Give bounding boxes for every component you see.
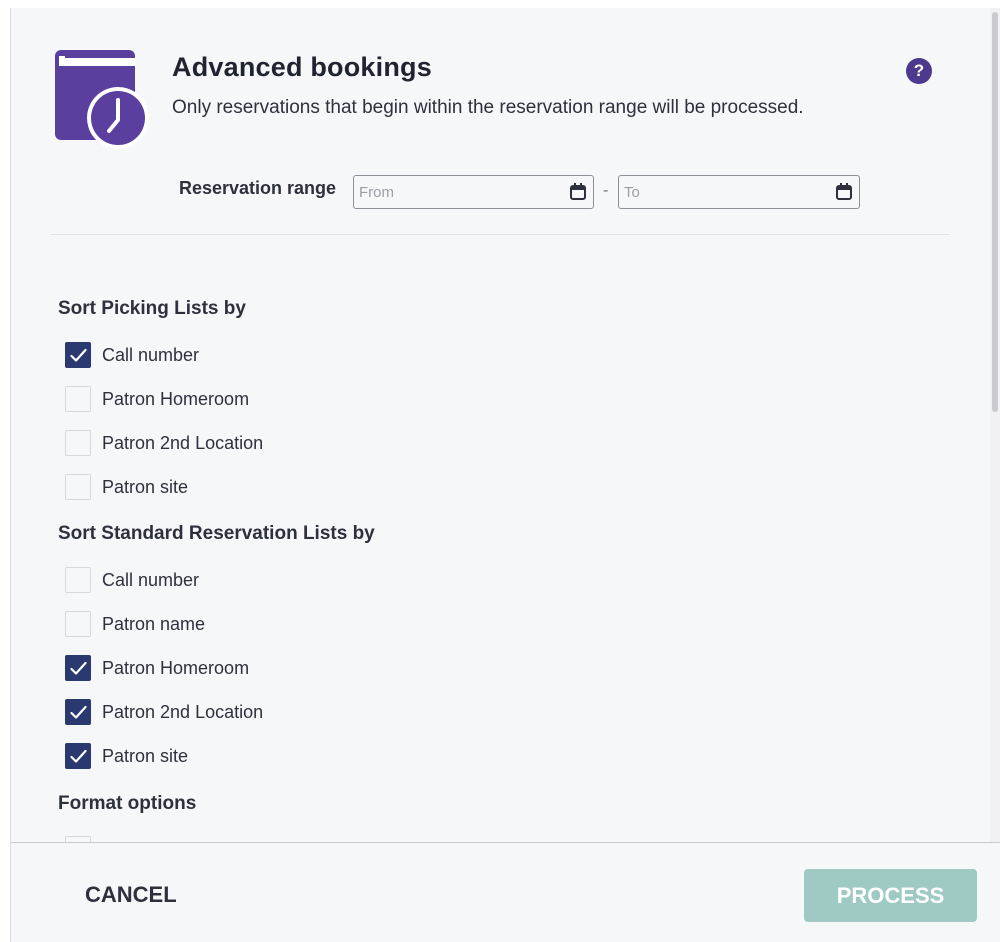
checkbox-label: Patron 2nd Location [102, 432, 264, 453]
checkbox-label: Call number [102, 344, 200, 365]
advanced-bookings-dialog: Advanced bookings Only reservations that… [10, 8, 1000, 942]
calendar-icon[interactable] [570, 183, 586, 200]
calendar-clock-icon [55, 50, 149, 149]
scrollbar-thumb[interactable] [992, 12, 998, 412]
checkbox-row[interactable]: Call number [65, 566, 199, 594]
checkbox[interactable] [65, 655, 91, 681]
cancel-button[interactable]: CANCEL [73, 870, 189, 920]
checkbox[interactable] [65, 611, 91, 637]
checkbox-label: Call number [102, 569, 200, 590]
checkmark-icon [70, 705, 87, 719]
checkbox[interactable] [65, 743, 91, 769]
checkbox[interactable] [65, 699, 91, 725]
section-title-format-options: Format options [58, 793, 197, 814]
help-icon[interactable]: ? [906, 58, 932, 84]
page-subtitle: Only reservations that begin within the … [172, 97, 804, 118]
from-date-input[interactable] [359, 181, 549, 203]
checkbox[interactable] [65, 386, 91, 412]
checkbox-label: Patron site [102, 745, 189, 766]
section-title-sort-picking-lists: Sort Picking Lists by [58, 298, 246, 319]
scrollbar[interactable] [990, 8, 1000, 842]
checkbox-label: Patron Homeroom [102, 657, 250, 678]
checkmark-icon [70, 661, 87, 675]
section-title-sort-standard-reservation-lists: Sort Standard Reservation Lists by [58, 523, 375, 544]
checkbox[interactable] [65, 430, 91, 456]
checkbox-row[interactable]: Patron 2nd Location [65, 698, 263, 726]
dialog-footer: CANCEL PROCESS [11, 842, 1000, 942]
calendar-icon[interactable] [836, 183, 852, 200]
checkbox-label: Patron site [102, 476, 189, 497]
checkbox-row[interactable]: Patron 2nd Location [65, 429, 263, 457]
checkbox-row[interactable]: Patron site [65, 473, 188, 501]
header-divider [51, 234, 949, 235]
checkbox-label: Patron 2nd Location [102, 701, 264, 722]
reservation-range-label: Reservation range [179, 178, 337, 198]
range-separator: - [603, 182, 609, 199]
checkbox-row[interactable]: Patron site [65, 742, 188, 770]
checkbox-row[interactable]: Patron Homeroom [65, 654, 249, 682]
checkbox-row[interactable]: Patron Homeroom [65, 385, 249, 413]
checkbox-label: Patron name [102, 613, 206, 634]
from-date-field[interactable] [353, 175, 594, 209]
checkbox-row[interactable]: Patron name [65, 610, 205, 638]
checkbox[interactable] [65, 342, 91, 368]
checkbox-row[interactable]: Call number [65, 341, 199, 369]
checkbox-row-partial[interactable] [65, 835, 91, 842]
checkmark-icon [70, 749, 87, 763]
to-date-field[interactable] [618, 175, 860, 209]
checkbox[interactable] [65, 474, 91, 500]
checkbox-label: Patron Homeroom [102, 388, 250, 409]
process-button[interactable]: PROCESS [804, 869, 977, 922]
checkbox[interactable] [65, 567, 91, 593]
checkmark-icon [70, 348, 87, 362]
dialog-content: Advanced bookings Only reservations that… [11, 8, 989, 842]
page-title: Advanced bookings [172, 52, 432, 82]
to-date-input[interactable] [624, 181, 814, 203]
